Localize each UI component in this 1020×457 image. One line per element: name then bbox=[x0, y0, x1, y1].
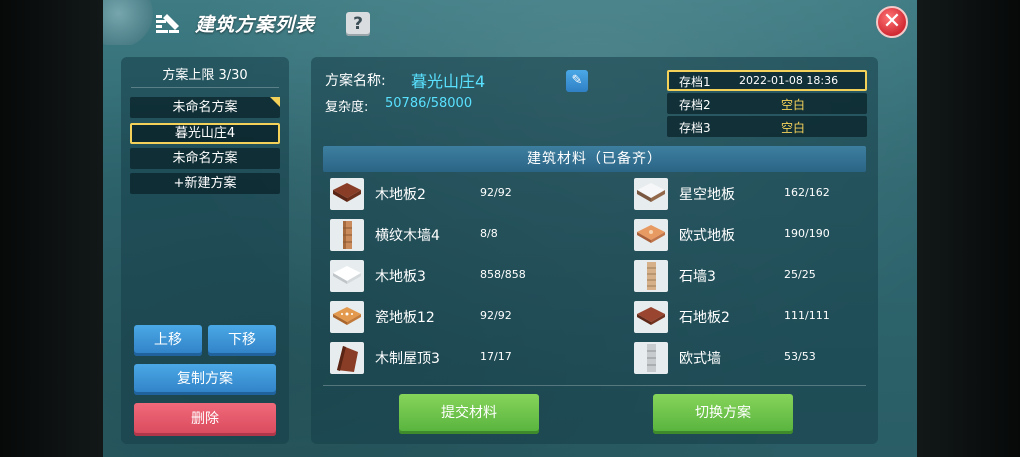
material-name: 欧式墙 bbox=[679, 351, 721, 367]
wood-floor-icon bbox=[330, 178, 364, 210]
material-name: 横纹木墙4 bbox=[375, 228, 440, 244]
plan-detail-panel: 方案名称: 暮光山庄4 ✎ 复杂度: 50786/58000 存档1 2022-… bbox=[311, 57, 878, 444]
wood-roof-icon bbox=[330, 342, 364, 374]
plan-list-panel: 方案上限 3/30 未命名方案 暮光山庄4 未命名方案 +新建方案 上移 下移 … bbox=[121, 57, 289, 444]
help-button[interactable]: ? bbox=[346, 12, 370, 36]
material-count: 25/25 bbox=[784, 268, 816, 281]
delete-button[interactable]: 删除 bbox=[134, 403, 276, 436]
complexity-label: 复杂度: bbox=[325, 100, 369, 115]
save-slot-2[interactable]: 存档2 空白 bbox=[667, 93, 867, 114]
materials-header: 建筑材料（已备齐） bbox=[323, 146, 866, 172]
divider bbox=[131, 87, 279, 88]
edit-name-button[interactable]: ✎ bbox=[566, 70, 588, 92]
european-wall-icon bbox=[634, 342, 668, 374]
stone-floor-icon bbox=[634, 301, 668, 333]
material-name: 木制屋顶3 bbox=[375, 351, 440, 367]
material-name: 欧式地板 bbox=[679, 228, 735, 244]
material-item[interactable]: 横纹木墙4 8/8 bbox=[330, 217, 570, 253]
leaf-decoration-icon bbox=[103, 0, 155, 45]
material-item[interactable]: 欧式墙 53/53 bbox=[634, 340, 874, 376]
material-item[interactable]: 木地板3 858/858 bbox=[330, 258, 570, 294]
material-name: 星空地板 bbox=[679, 187, 735, 203]
submit-materials-button[interactable]: 提交材料 bbox=[399, 394, 539, 434]
material-item[interactable]: 欧式地板 190/190 bbox=[634, 217, 874, 253]
copy-plan-button[interactable]: 复制方案 bbox=[134, 364, 276, 395]
switch-plan-button[interactable]: 切换方案 bbox=[653, 394, 793, 434]
save-slot-3[interactable]: 存档3 空白 bbox=[667, 116, 867, 137]
material-item[interactable]: 石地板2 111/111 bbox=[634, 299, 874, 335]
close-button[interactable]: ✕ bbox=[876, 6, 908, 38]
material-name: 石地板2 bbox=[679, 310, 730, 326]
material-count: 190/190 bbox=[784, 227, 830, 240]
left-background bbox=[0, 0, 103, 457]
plan-item-1[interactable]: 未命名方案 bbox=[130, 97, 280, 118]
save-slot-value: 空白 bbox=[781, 98, 806, 112]
material-count: 8/8 bbox=[480, 227, 498, 240]
material-count: 858/858 bbox=[480, 268, 526, 281]
right-background bbox=[917, 0, 1020, 457]
material-item[interactable]: 星空地板 162/162 bbox=[634, 176, 874, 212]
page-title: 建筑方案列表 bbox=[195, 14, 316, 36]
white-floor-icon bbox=[330, 260, 364, 292]
tile-floor-icon bbox=[330, 301, 364, 333]
plan-item-label: 未命名方案 bbox=[172, 151, 238, 166]
european-floor-icon bbox=[634, 219, 668, 251]
plan-item-3[interactable]: 未命名方案 bbox=[130, 148, 280, 169]
material-name: 木地板2 bbox=[375, 187, 426, 203]
complexity-value: 50786/58000 bbox=[385, 96, 473, 111]
plan-item-label: 未命名方案 bbox=[172, 100, 238, 115]
blueprint-icon bbox=[156, 14, 179, 33]
pencil-icon: ✎ bbox=[571, 73, 583, 88]
plan-name: 暮光山庄4 bbox=[411, 72, 486, 91]
material-count: 53/53 bbox=[784, 350, 816, 363]
star-floor-icon bbox=[634, 178, 668, 210]
move-up-button[interactable]: 上移 bbox=[134, 325, 202, 356]
material-item[interactable]: 石墙3 25/25 bbox=[634, 258, 874, 294]
plan-item-2[interactable]: 暮光山庄4 bbox=[130, 123, 280, 144]
divider bbox=[323, 385, 866, 386]
material-item[interactable]: 木地板2 92/92 bbox=[330, 176, 570, 212]
material-count: 111/111 bbox=[784, 309, 830, 322]
material-count: 92/92 bbox=[480, 186, 512, 199]
stone-wall-icon bbox=[634, 260, 668, 292]
save-slot-label: 存档3 bbox=[679, 121, 711, 135]
plan-name-label: 方案名称: bbox=[325, 73, 386, 89]
material-item[interactable]: 瓷地板12 92/92 bbox=[330, 299, 570, 335]
save-slot-value: 空白 bbox=[781, 121, 806, 135]
plan-limit-label: 方案上限 3/30 bbox=[162, 68, 248, 83]
material-name: 瓷地板12 bbox=[375, 310, 435, 326]
save-slot-1[interactable]: 存档1 2022-01-08 18:36 bbox=[667, 70, 867, 91]
save-slot-value: 2022-01-08 18:36 bbox=[739, 74, 839, 87]
new-plan-button[interactable]: +新建方案 bbox=[130, 173, 280, 194]
wood-wall-icon bbox=[330, 219, 364, 251]
material-count: 92/92 bbox=[480, 309, 512, 322]
save-slot-label: 存档1 bbox=[679, 75, 711, 89]
move-down-button[interactable]: 下移 bbox=[208, 325, 276, 356]
plan-item-label: 暮光山庄4 bbox=[174, 126, 236, 141]
material-item[interactable]: 木制屋顶3 17/17 bbox=[330, 340, 570, 376]
save-slot-label: 存档2 bbox=[679, 98, 711, 112]
material-name: 石墙3 bbox=[679, 269, 716, 285]
material-name: 木地板3 bbox=[375, 269, 426, 285]
flag-icon bbox=[270, 97, 280, 107]
material-count: 162/162 bbox=[784, 186, 830, 199]
material-count: 17/17 bbox=[480, 350, 512, 363]
